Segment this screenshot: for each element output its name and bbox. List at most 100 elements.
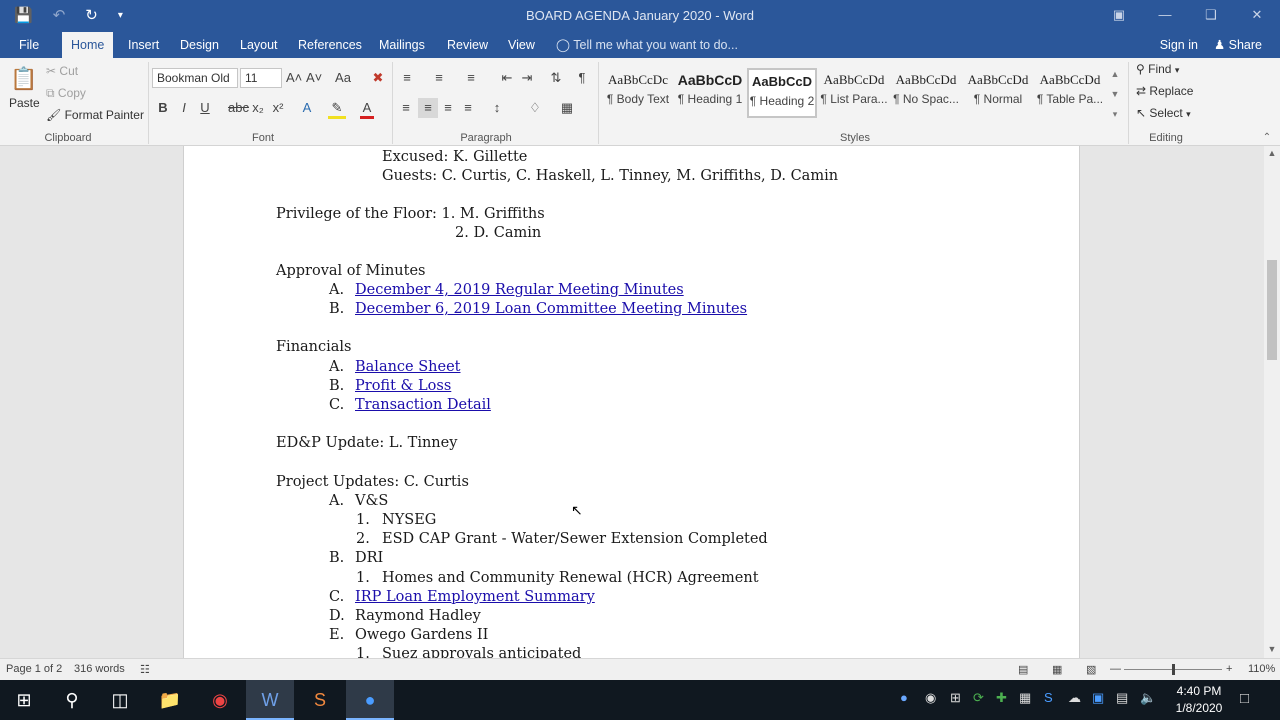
zoom-level[interactable]: 110% [1248,663,1275,675]
select-button[interactable]: ↖ Select ▾ [1136,106,1191,120]
align-right-icon[interactable]: ≡ [440,100,456,116]
zoom-out-icon[interactable]: — [1110,663,1121,675]
paste-icon[interactable]: 📋 [10,64,37,94]
highlight-icon[interactable]: ✎ [328,100,346,119]
web-layout-icon[interactable]: ▧ [1086,663,1096,676]
tray-grid-icon[interactable]: ▦ [1019,690,1031,706]
styles-scroll-down-icon[interactable]: ▼ [1108,86,1122,102]
style-heading-2[interactable]: AaBbCcD ¶ Heading 2 [747,68,817,118]
increase-indent-icon[interactable]: ⇥ [518,70,536,86]
word-count[interactable]: 316 words [74,663,125,675]
zoom-app-icon[interactable]: ● [346,680,394,720]
notifications-icon[interactable]: □ [1240,690,1249,707]
close-icon[interactable]: ✕ [1234,4,1280,26]
paste-button[interactable]: Paste [9,96,40,110]
numbering-icon[interactable]: ≡ [430,70,448,86]
volume-icon[interactable]: 🔈 [1140,690,1156,706]
tab-references[interactable]: References [298,32,362,58]
style-no-spacing[interactable]: AaBbCcDd ¶ No Spac... [891,68,961,118]
zoom-slider-thumb[interactable] [1172,664,1175,675]
tab-insert[interactable]: Insert [128,32,159,58]
read-mode-icon[interactable]: ▤ [1018,663,1028,676]
tray-cloud-icon[interactable]: ☁ [1068,690,1081,706]
minimize-icon[interactable]: — [1142,4,1188,26]
sort-icon[interactable]: ⇅ [548,70,564,86]
style-list-paragraph[interactable]: AaBbCcDd ¶ List Para... [819,68,889,118]
search-icon[interactable]: ⚲ [48,680,96,720]
minutes-dec4-link[interactable]: December 4, 2019 Regular Meeting Minutes [355,281,684,300]
replace-button[interactable]: ⇄ Replace [1136,84,1193,98]
style-heading-1[interactable]: AaBbCcD ¶ Heading 1 [675,68,745,118]
cut-button[interactable]: ✂ Cut [46,64,78,78]
system-clock[interactable]: 4:40 PM 1/8/2020 [1160,683,1238,717]
tray-monitor-icon[interactable]: ▣ [1092,690,1104,706]
styles-more-icon[interactable]: ▾ [1108,106,1122,122]
font-name-combo[interactable]: Bookman Old [152,68,238,88]
style-table-paragraph[interactable]: AaBbCcDd ¶ Table Pa... [1035,68,1105,118]
scroll-down-icon[interactable]: ▼ [1264,644,1280,654]
tell-me-box[interactable]: ◯ Tell me what you want to do... [556,32,738,58]
tab-view[interactable]: View [508,32,535,58]
italic-icon[interactable]: I [178,100,190,116]
tray-sync-icon[interactable]: ⟳ [973,690,984,706]
bold-icon[interactable]: B [157,100,169,116]
chrome-icon[interactable]: ◉ [196,680,244,720]
sublime-icon[interactable]: S [296,680,344,720]
text-effects-icon[interactable]: A [298,100,316,116]
multilevel-list-icon[interactable]: ≡ [462,70,480,86]
ribbon-display-icon[interactable]: ▣ [1096,4,1142,26]
network-icon[interactable]: ▤ [1116,690,1128,706]
styles-scroll-up-icon[interactable]: ▲ [1108,66,1122,82]
style-normal[interactable]: AaBbCcDd ¶ Normal [963,68,1033,118]
irp-loan-link[interactable]: IRP Loan Employment Summary [355,588,595,607]
sign-in-link[interactable]: Sign in [1160,32,1198,58]
share-button[interactable]: ♟ Share [1214,32,1262,58]
print-layout-icon[interactable]: ▦ [1052,663,1062,676]
subscript-icon[interactable]: x₂ [250,100,266,116]
task-view-icon[interactable]: ◫ [96,680,144,720]
word-icon[interactable]: W [246,680,294,720]
tray-windows-icon[interactable]: ⊞ [950,690,961,706]
collapse-ribbon-icon[interactable]: ⌃ [1260,130,1274,146]
copy-button[interactable]: ⧉ Copy [46,86,86,101]
justify-icon[interactable]: ≡ [460,100,476,116]
tab-file[interactable]: File [19,32,39,58]
tray-app-icon[interactable]: ◉ [925,690,936,706]
page-count[interactable]: Page 1 of 2 [6,663,62,675]
align-center-icon[interactable]: ≡ [418,98,438,118]
document-page[interactable]: Excused: K. Gillette Guests: C. Curtis, … [183,146,1080,658]
proofing-icon[interactable]: ☷ [140,663,150,676]
grow-font-icon[interactable]: A˄ [286,70,302,86]
profit-loss-link[interactable]: Profit & Loss [355,377,451,396]
borders-icon[interactable]: ▦ [558,100,576,116]
change-case-icon[interactable]: Aa [332,70,354,86]
font-size-combo[interactable]: 11 [240,68,282,88]
align-left-icon[interactable]: ≡ [398,100,414,116]
shrink-font-icon[interactable]: A˅ [306,70,322,86]
file-explorer-icon[interactable]: 📁 [146,680,194,720]
zoom-in-icon[interactable]: + [1226,663,1232,675]
transaction-detail-link[interactable]: Transaction Detail [355,396,491,415]
shading-icon[interactable]: ♢ [526,100,544,116]
tray-plus-icon[interactable]: ✚ [996,690,1007,706]
scroll-up-icon[interactable]: ▲ [1264,148,1280,158]
vertical-scrollbar[interactable]: ▲ ▼ [1264,146,1280,658]
superscript-icon[interactable]: x² [270,100,286,116]
show-formatting-icon[interactable]: ¶ [574,70,590,86]
line-spacing-icon[interactable]: ↕ [488,100,506,116]
scroll-thumb[interactable] [1267,260,1277,360]
tab-mailings[interactable]: Mailings [379,32,425,58]
clear-formatting-icon[interactable]: ✖ [370,70,386,86]
windows-start-icon[interactable]: ⊞ [0,680,48,720]
tab-layout[interactable]: Layout [240,32,278,58]
tray-skype-icon[interactable]: S [1044,690,1053,705]
underline-icon[interactable]: U [198,100,212,116]
decrease-indent-icon[interactable]: ⇤ [498,70,516,86]
tab-home[interactable]: Home [62,32,114,58]
find-button[interactable]: ⚲ Find ▾ [1136,62,1179,76]
format-painter-button[interactable]: 🖌 Format Painter [46,108,144,122]
tray-zoom-icon[interactable]: ● [900,690,908,705]
minutes-dec6-link[interactable]: December 6, 2019 Loan Committee Meeting … [355,300,747,319]
style-body-text[interactable]: AaBbCcDc ¶ Body Text [603,68,673,118]
balance-sheet-link[interactable]: Balance Sheet [355,358,461,377]
